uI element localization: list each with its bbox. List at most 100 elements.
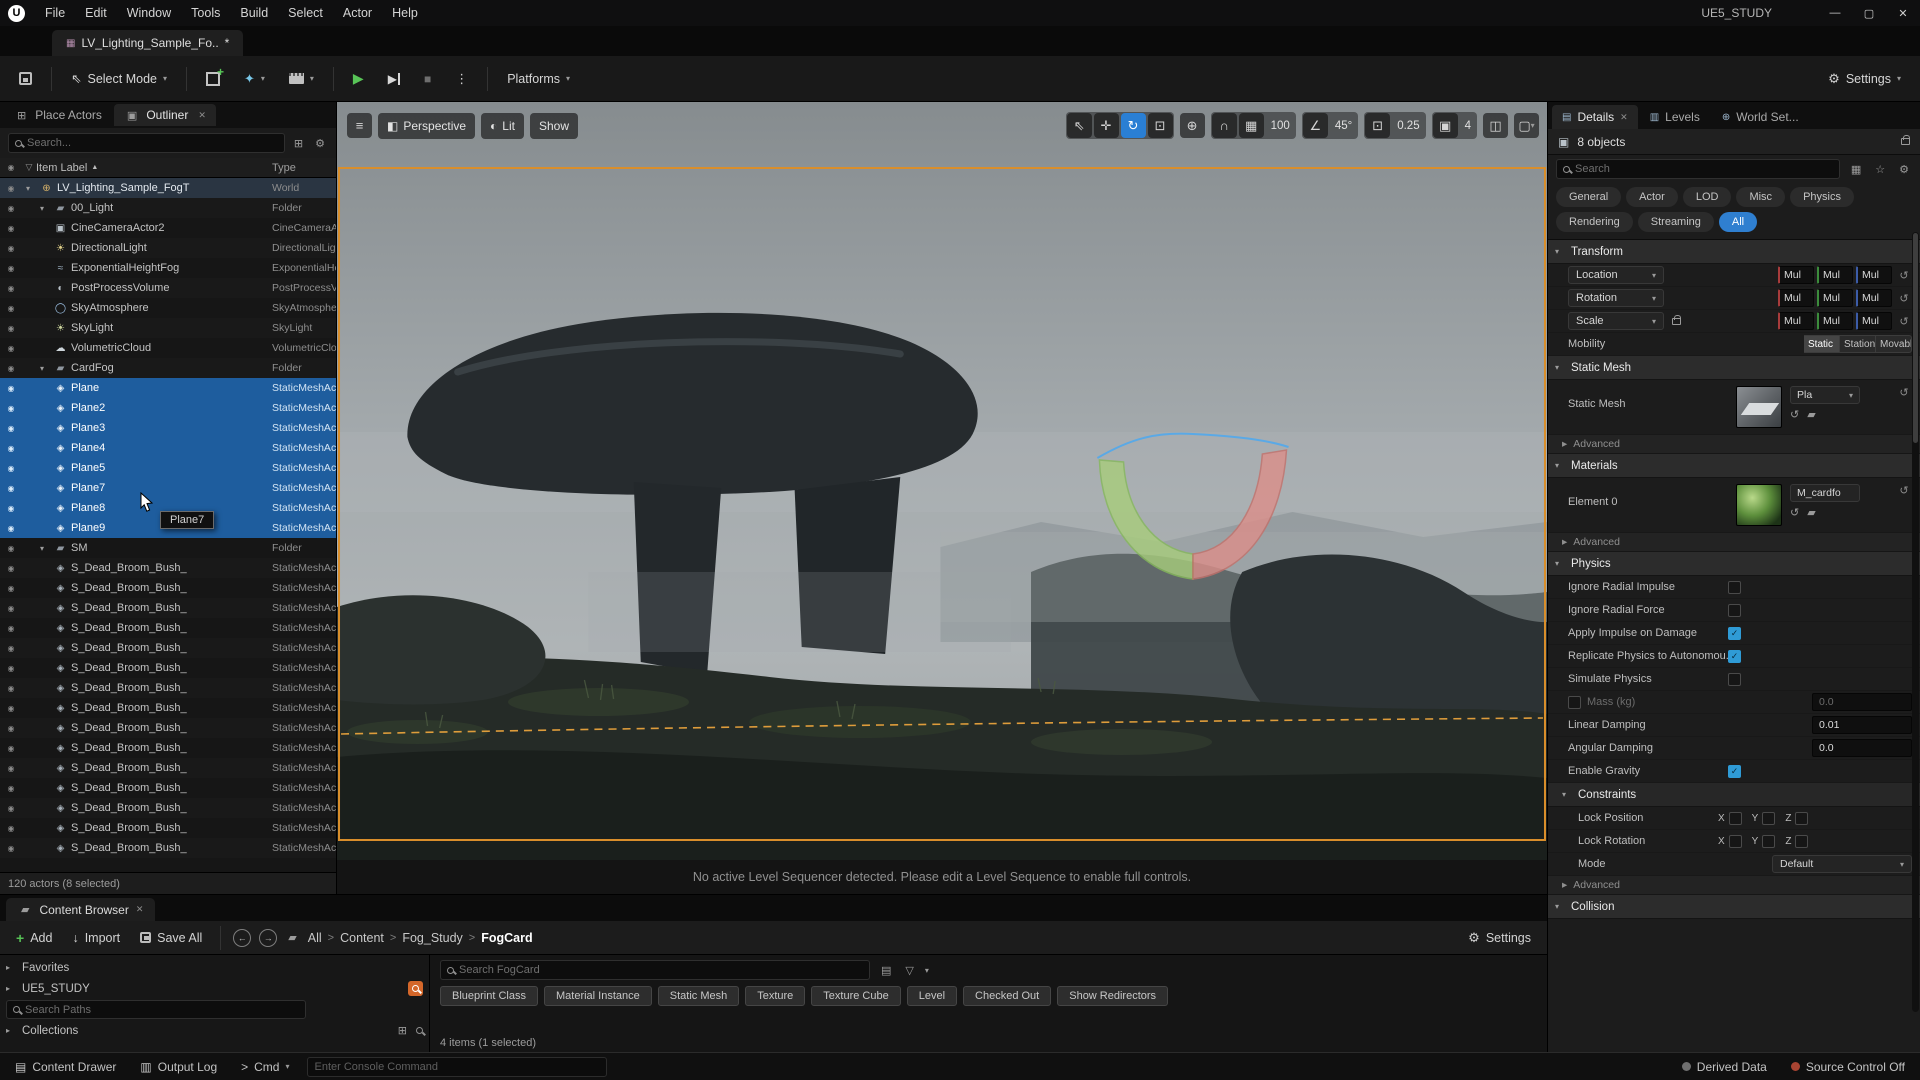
save-search-icon[interactable]: ▤	[878, 964, 894, 977]
tab-levels[interactable]: ▥ Levels	[1640, 105, 1710, 129]
visibility-eye-icon[interactable]: ◉	[0, 804, 22, 813]
menu-item[interactable]: Select	[278, 0, 333, 26]
outliner-row[interactable]: ◉ ▾ S_Dead_Broom_Bush_ StaticMeshActor	[0, 638, 336, 658]
x-value-field[interactable]: Mul	[1778, 266, 1814, 284]
outliner-settings-gear-icon[interactable]: ⚙	[312, 137, 328, 150]
expand-arrow-icon[interactable]: ▾	[40, 364, 50, 373]
viewport-menu-button[interactable]: ≡	[347, 113, 372, 138]
outliner-row[interactable]: ◉ ▾ SkyLight SkyLight	[0, 318, 336, 338]
section-constraints[interactable]: ▾ Constraints	[1548, 783, 1920, 807]
viewport-size-button[interactable]: ▢ ▾	[1514, 113, 1539, 138]
section-materials[interactable]: ▾ Materials	[1548, 454, 1920, 478]
view-mode-dropdown[interactable]: ◐ Lit	[481, 113, 524, 139]
y-value-field[interactable]: Mul	[1817, 312, 1853, 330]
visibility-eye-icon[interactable]: ◉	[0, 224, 22, 233]
move-tool-button[interactable]: ✛	[1094, 113, 1119, 138]
back-button[interactable]: ←	[233, 929, 251, 947]
outliner-row[interactable]: ◉ ▾ S_Dead_Broom_Bush_ StaticMeshActor	[0, 578, 336, 598]
visibility-eye-icon[interactable]: ◉	[0, 604, 22, 613]
visibility-eye-icon[interactable]: ◉	[0, 704, 22, 713]
details-filter-button[interactable]: General	[1556, 187, 1621, 207]
transform-axis-dropdown[interactable]: Scale ▾	[1568, 312, 1664, 330]
mobility-option[interactable]: Static	[1804, 335, 1840, 353]
visibility-eye-icon[interactable]: ◉	[0, 324, 22, 333]
content-browser-settings-button[interactable]: ⚙ Settings	[1462, 925, 1537, 951]
visibility-eye-icon[interactable]: ◉	[0, 464, 22, 473]
play-button[interactable]: ▶	[344, 64, 373, 94]
outliner-row[interactable]: ◉ ▾ ExponentialHeightFog ExponentialHeig…	[0, 258, 336, 278]
section-collision[interactable]: ▾ Collision	[1548, 895, 1920, 919]
filter-chip[interactable]: Checked Out	[963, 986, 1051, 1006]
lock-x-checkbox[interactable]	[1729, 835, 1742, 848]
visibility-eye-icon[interactable]: ◉	[0, 264, 22, 273]
visibility-eye-icon[interactable]: ◉	[0, 524, 22, 533]
section-static-mesh[interactable]: ▾ Static Mesh	[1548, 356, 1920, 380]
override-checkbox[interactable]	[1568, 696, 1581, 709]
select-mode-dropdown[interactable]: ⇖ Select Mode ▾	[62, 64, 176, 94]
outliner-row[interactable]: ◉ ▾ LV_Lighting_Sample_FogT World	[0, 178, 336, 198]
outliner-row[interactable]: ◉ ▾ Plane2 StaticMeshActor	[0, 398, 336, 418]
scale-tool-button[interactable]: ⊡	[1148, 113, 1173, 138]
cmd-dropdown[interactable]: > Cmd ▾	[234, 1056, 296, 1078]
save-all-button[interactable]: Save All	[134, 925, 208, 951]
breadcrumb-item[interactable]: FogCard	[481, 931, 532, 945]
outliner-row[interactable]: ◉ ▾ PostProcessVolume PostProcessVolume	[0, 278, 336, 298]
angle-snap-value[interactable]: 45°	[1330, 120, 1357, 132]
outliner-row[interactable]: ◉ ▾ Plane3 StaticMeshActor	[0, 418, 336, 438]
visibility-eye-icon[interactable]: ◉	[0, 664, 22, 673]
tab-content-browser[interactable]: ▰ Content Browser ✕	[6, 898, 155, 921]
outliner-row[interactable]: ◉ ▾ Plane StaticMeshActor	[0, 378, 336, 398]
add-actor-button[interactable]	[197, 64, 229, 94]
value-field[interactable]: 0.01	[1812, 716, 1912, 734]
visibility-eye-icon[interactable]: ◉	[0, 404, 22, 413]
outliner-row[interactable]: ◉ ▾ S_Dead_Broom_Bush_ StaticMeshActor	[0, 718, 336, 738]
visibility-eye-icon[interactable]: ◉	[0, 744, 22, 753]
derived-data-button[interactable]: Derived Data	[1675, 1056, 1774, 1078]
pin-column-icon[interactable]: ▽	[22, 162, 36, 173]
reset-to-default-icon[interactable]: ↺	[1896, 269, 1912, 282]
visibility-eye-icon[interactable]: ◉	[0, 204, 22, 213]
materials-advanced[interactable]: ▸ Advanced	[1548, 533, 1920, 552]
breadcrumb-item[interactable]: Content	[340, 931, 384, 945]
filter-active-icon[interactable]	[408, 981, 423, 996]
outliner-search-input[interactable]	[27, 137, 278, 149]
mobility-option[interactable]: Movable	[1876, 335, 1912, 353]
viewport-layout-button[interactable]: ◫	[1483, 113, 1508, 138]
outliner-row[interactable]: ◉ ▾ S_Dead_Broom_Bush_ StaticMeshActor	[0, 738, 336, 758]
lock-icon[interactable]	[1901, 138, 1910, 145]
visibility-eye-icon[interactable]: ◉	[0, 284, 22, 293]
camera-speed-value[interactable]: 4	[1460, 120, 1476, 132]
browse-to-asset-icon[interactable]: ▰	[1807, 506, 1815, 519]
filter-chip[interactable]: Material Instance	[544, 986, 652, 1006]
camera-speed-button[interactable]: ▣	[1433, 113, 1458, 138]
source-control-button[interactable]: Source Control Off	[1784, 1056, 1912, 1078]
console-input[interactable]	[315, 1061, 599, 1073]
outliner-row[interactable]: ◉ ▾ Plane4 StaticMeshActor	[0, 438, 336, 458]
close-icon[interactable]: ✕	[136, 904, 144, 915]
breadcrumb-item[interactable]: All	[308, 931, 322, 945]
visibility-eye-icon[interactable]: ◉	[0, 644, 22, 653]
checkbox[interactable]	[1728, 627, 1741, 640]
play-options-button[interactable]: ⋮	[446, 64, 477, 94]
menu-item[interactable]: Actor	[333, 0, 382, 26]
search-collections-icon[interactable]	[416, 1027, 423, 1034]
viewport-panel[interactable]: ≡ ◧ Perspective ◐ Lit Show	[337, 102, 1547, 894]
filter-funnel-icon[interactable]: ▽	[902, 964, 916, 977]
menu-item[interactable]: Edit	[75, 0, 117, 26]
outliner-row[interactable]: ◉ ▾ S_Dead_Broom_Bush_ StaticMeshActor	[0, 558, 336, 578]
physics-advanced[interactable]: ▸ Advanced	[1548, 876, 1920, 895]
breadcrumb-item[interactable]: Fog_Study	[402, 931, 462, 945]
details-filter-button[interactable]: Physics	[1790, 187, 1854, 207]
close-icon[interactable]: ✕	[198, 110, 206, 121]
platforms-dropdown[interactable]: Platforms ▾	[498, 64, 579, 94]
expand-arrow-icon[interactable]: ▾	[40, 544, 50, 553]
outliner-row[interactable]: ◉ ▾ S_Dead_Broom_Bush_ StaticMeshActor	[0, 758, 336, 778]
viewport-scene[interactable]: ≡ ◧ Perspective ◐ Lit Show	[337, 102, 1547, 860]
static-mesh-asset-dropdown[interactable]: Pla ▾	[1790, 386, 1860, 404]
reset-to-default-icon[interactable]: ↺	[1896, 386, 1912, 399]
outliner-row[interactable]: ◉ ▾ S_Dead_Broom_Bush_ StaticMeshActor	[0, 778, 336, 798]
outliner-row[interactable]: ◉ ▾ VolumetricCloud VolumetricCloud	[0, 338, 336, 358]
visibility-eye-icon[interactable]: ◉	[0, 344, 22, 353]
save-button[interactable]	[10, 64, 41, 94]
collections-row[interactable]: ▸ Collections ⊞	[6, 1021, 423, 1040]
